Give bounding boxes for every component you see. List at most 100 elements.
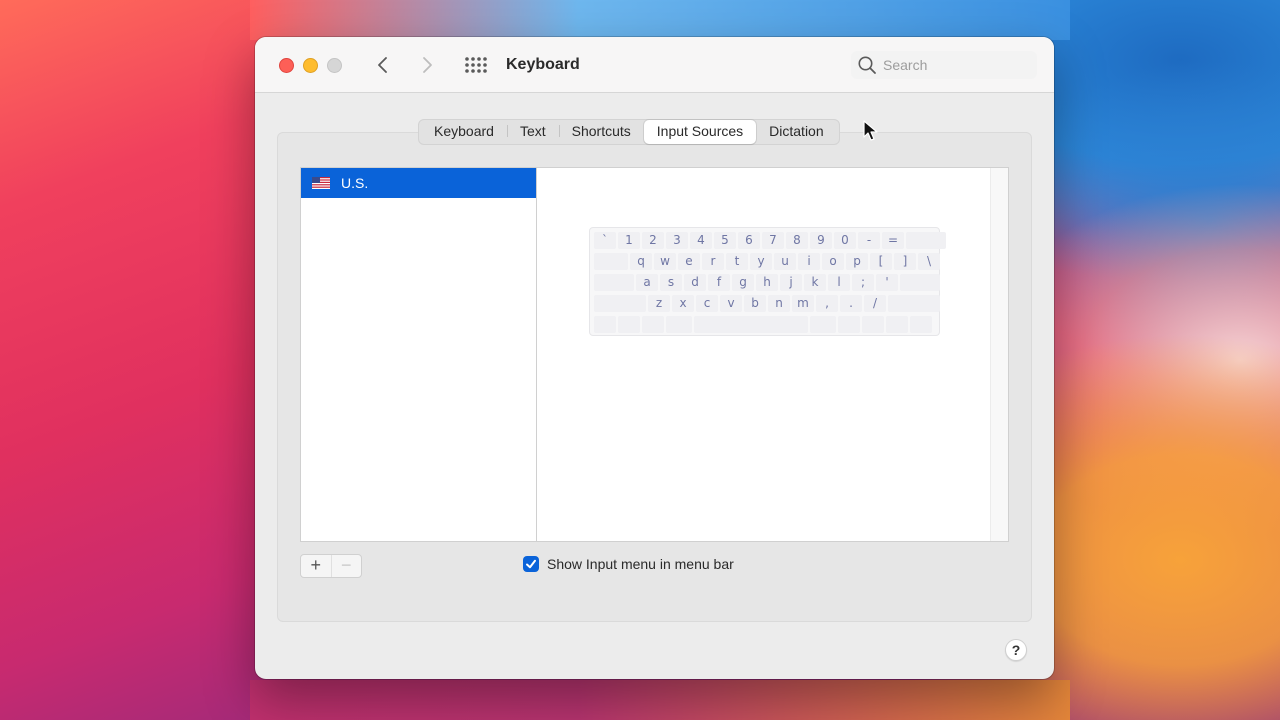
- tab-dictation[interactable]: Dictation: [756, 120, 836, 144]
- key: q: [630, 253, 652, 270]
- us-flag-icon: [312, 177, 330, 189]
- help-button[interactable]: ?: [1005, 639, 1027, 661]
- tab-shortcuts[interactable]: Shortcuts: [558, 120, 644, 144]
- key-delete: [906, 232, 946, 249]
- key: g: [732, 274, 754, 291]
- key: 8: [786, 232, 808, 249]
- keyboard-diagram: ` 1 2 3 4 5 6 7 8 9 0 - = q w e r t y u …: [589, 227, 946, 336]
- key: n: [768, 295, 790, 312]
- key-row-top: q w e r t y u i o p [ ] \: [594, 253, 942, 270]
- key: 3: [666, 232, 688, 249]
- show-input-menu-option[interactable]: Show Input menu in menu bar: [523, 554, 734, 574]
- key: /: [864, 295, 886, 312]
- key: r: [702, 253, 724, 270]
- search-icon: [858, 56, 876, 74]
- add-input-source-button[interactable]: +: [301, 555, 331, 577]
- zoom-window-button: [327, 58, 342, 73]
- key: i: [798, 253, 820, 270]
- key: ,: [816, 295, 838, 312]
- key-option-right: [838, 316, 860, 333]
- key-option: [642, 316, 664, 333]
- title-bar: Keyboard: [255, 37, 1054, 93]
- key: [: [870, 253, 892, 270]
- remove-input-source-button[interactable]: −: [330, 555, 362, 577]
- desktop-wallpaper-bottom: [250, 680, 1070, 720]
- key: h: [756, 274, 778, 291]
- key: \: [918, 253, 940, 270]
- keyboard-preferences-window: Keyboard Keyboard Text Shortcuts Input S…: [255, 37, 1054, 679]
- key-control: [618, 316, 640, 333]
- desktop-wallpaper-top: [250, 0, 1070, 40]
- key: z: [648, 295, 670, 312]
- show-all-button[interactable]: [464, 56, 490, 74]
- minimize-window-button[interactable]: [303, 58, 318, 73]
- show-input-menu-label: Show Input menu in menu bar: [547, 556, 734, 572]
- key-shift-left: [594, 295, 646, 312]
- key: b: [744, 295, 766, 312]
- tab-input-sources[interactable]: Input Sources: [643, 120, 757, 144]
- search-field[interactable]: [851, 51, 1037, 79]
- key-row-bottom: z x c v b n m , . /: [594, 295, 942, 312]
- key: .: [840, 295, 862, 312]
- key: 6: [738, 232, 760, 249]
- search-input[interactable]: [883, 55, 1028, 75]
- key: m: [792, 295, 814, 312]
- key: w: [654, 253, 676, 270]
- scrollbar[interactable]: [990, 168, 1008, 541]
- key: 2: [642, 232, 664, 249]
- key: 4: [690, 232, 712, 249]
- key: x: [672, 295, 694, 312]
- key: -: [858, 232, 880, 249]
- key: s: [660, 274, 682, 291]
- show-input-menu-checkbox[interactable]: [523, 556, 539, 572]
- key: `: [594, 232, 616, 249]
- key: p: [846, 253, 868, 270]
- key: ]: [894, 253, 916, 270]
- key: ;: [852, 274, 874, 291]
- key: o: [822, 253, 844, 270]
- key: k: [804, 274, 826, 291]
- close-window-button[interactable]: [279, 58, 294, 73]
- checkmark-icon: [526, 559, 536, 569]
- key-row-modifiers: [594, 316, 934, 333]
- input-sources-list: U.S.: [300, 167, 536, 542]
- key-row-home: a s d f g h j k l ; ': [594, 274, 942, 291]
- tab-text[interactable]: Text: [506, 120, 559, 144]
- key-command: [666, 316, 692, 333]
- key: 9: [810, 232, 832, 249]
- key-arrow-updown: [886, 316, 908, 333]
- key: d: [684, 274, 706, 291]
- key-row-numbers: ` 1 2 3 4 5 6 7 8 9 0 - =: [594, 232, 948, 249]
- key: l: [828, 274, 850, 291]
- key-fn: [594, 316, 616, 333]
- key-space: [694, 316, 808, 333]
- mouse-pointer-icon: [863, 120, 878, 141]
- key: t: [726, 253, 748, 270]
- keyboard-layout-preview: ` 1 2 3 4 5 6 7 8 9 0 - = q w e r t y u …: [536, 167, 1009, 542]
- window-title: Keyboard: [506, 56, 580, 73]
- key: u: [774, 253, 796, 270]
- tab-keyboard[interactable]: Keyboard: [421, 120, 507, 144]
- back-button[interactable]: [372, 54, 394, 76]
- chevron-right-icon: [423, 57, 432, 73]
- grid-icon: [465, 57, 487, 73]
- key: 0: [834, 232, 856, 249]
- key-return: [900, 274, 940, 291]
- key-shift-right: [888, 295, 940, 312]
- key-caps-lock: [594, 274, 634, 291]
- tab-bar: Keyboard Text Shortcuts Input Sources Di…: [418, 119, 840, 145]
- forward-button[interactable]: [416, 54, 438, 76]
- key: e: [678, 253, 700, 270]
- list-item-us[interactable]: U.S.: [301, 168, 536, 198]
- key: f: [708, 274, 730, 291]
- key: 5: [714, 232, 736, 249]
- key-command-right: [810, 316, 836, 333]
- key: j: [780, 274, 802, 291]
- key-arrow-left: [862, 316, 884, 333]
- key: ': [876, 274, 898, 291]
- key: y: [750, 253, 772, 270]
- key: =: [882, 232, 904, 249]
- key: 1: [618, 232, 640, 249]
- key-arrow-right: [910, 316, 932, 333]
- list-item-label: U.S.: [341, 175, 369, 191]
